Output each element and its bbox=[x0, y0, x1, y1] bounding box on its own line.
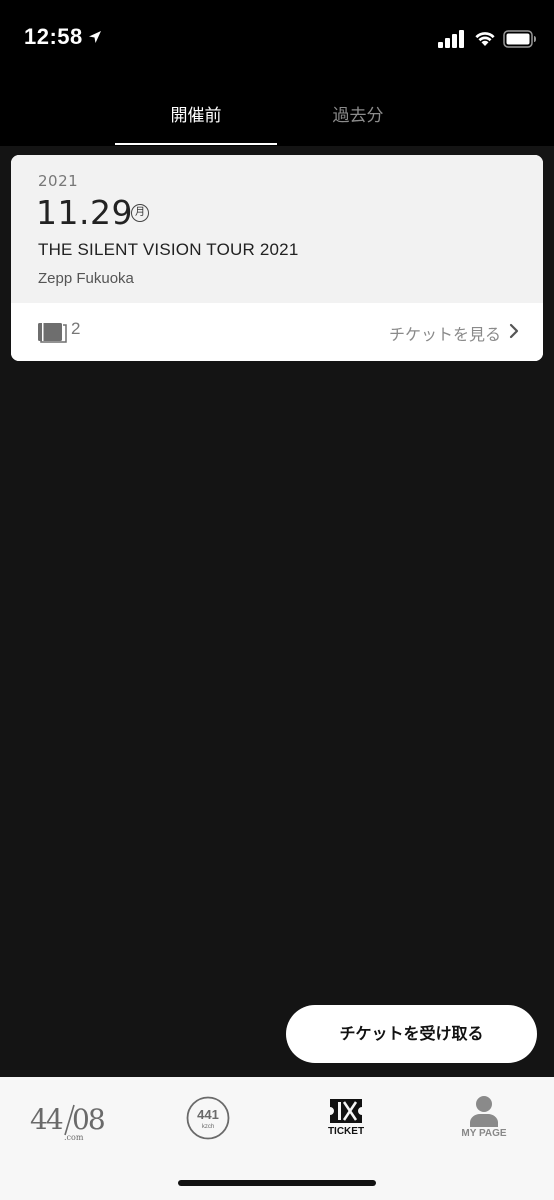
nav-item-kzch[interactable]: 441 kzch bbox=[138, 1077, 276, 1157]
event-title: THE SILENT VISION TOUR 2021 bbox=[38, 240, 299, 259]
4408-logo-icon: 44 08 .com bbox=[30, 1103, 106, 1142]
location-arrow-icon bbox=[89, 31, 101, 43]
svg-text:08: 08 bbox=[72, 1103, 104, 1136]
event-venue: Zepp Fukuoka bbox=[38, 270, 134, 287]
ticket-icon bbox=[330, 1099, 362, 1123]
nav-mypage-label: MY PAGE bbox=[461, 1128, 507, 1139]
nav-ticket-label: TICKET bbox=[327, 1126, 365, 1137]
cellular-signal-icon bbox=[438, 30, 464, 48]
status-bar: 12:58 bbox=[0, 0, 554, 80]
ticket-card[interactable]: 2021 11.29 月 THE SILENT VISION TOUR 2021… bbox=[11, 155, 543, 361]
nav-item-ticket[interactable]: TICKET bbox=[277, 1077, 415, 1157]
kzch-441-icon: 441 kzch bbox=[186, 1096, 230, 1140]
wifi-icon bbox=[475, 32, 495, 46]
chevron-right-icon bbox=[509, 323, 519, 339]
person-icon bbox=[470, 1096, 498, 1127]
ticket-count: 2 bbox=[71, 319, 81, 338]
tab-bar: 開催前 過去分 bbox=[0, 80, 554, 146]
tab-past[interactable]: 過去分 bbox=[277, 80, 439, 146]
nav-item-4408[interactable]: 44 08 .com bbox=[0, 1077, 138, 1157]
event-date: 11.29 bbox=[36, 193, 133, 232]
event-year: 2021 bbox=[38, 172, 79, 190]
home-indicator bbox=[178, 1180, 376, 1186]
view-tickets-link[interactable]: チケットを見る bbox=[389, 321, 501, 345]
receive-ticket-button[interactable]: チケットを受け取る bbox=[286, 1005, 537, 1063]
ticket-card-header: 2021 11.29 月 THE SILENT VISION TOUR 2021… bbox=[11, 155, 543, 303]
svg-text:.com: .com bbox=[64, 1133, 84, 1142]
event-weekday-badge: 月 bbox=[131, 204, 149, 222]
nav-item-mypage[interactable]: MY PAGE bbox=[415, 1077, 553, 1157]
tab-upcoming[interactable]: 開催前 bbox=[115, 80, 277, 146]
ticket-stack-icon bbox=[38, 323, 67, 343]
svg-text:kzch: kzch bbox=[202, 1124, 214, 1130]
battery-icon bbox=[503, 30, 536, 48]
svg-text:44: 44 bbox=[30, 1103, 63, 1136]
svg-text:441: 441 bbox=[197, 1107, 219, 1122]
tab-selected-indicator bbox=[115, 143, 277, 145]
ticket-card-footer: 2 チケットを見る bbox=[11, 303, 543, 361]
status-time: 12:58 bbox=[24, 24, 83, 49]
